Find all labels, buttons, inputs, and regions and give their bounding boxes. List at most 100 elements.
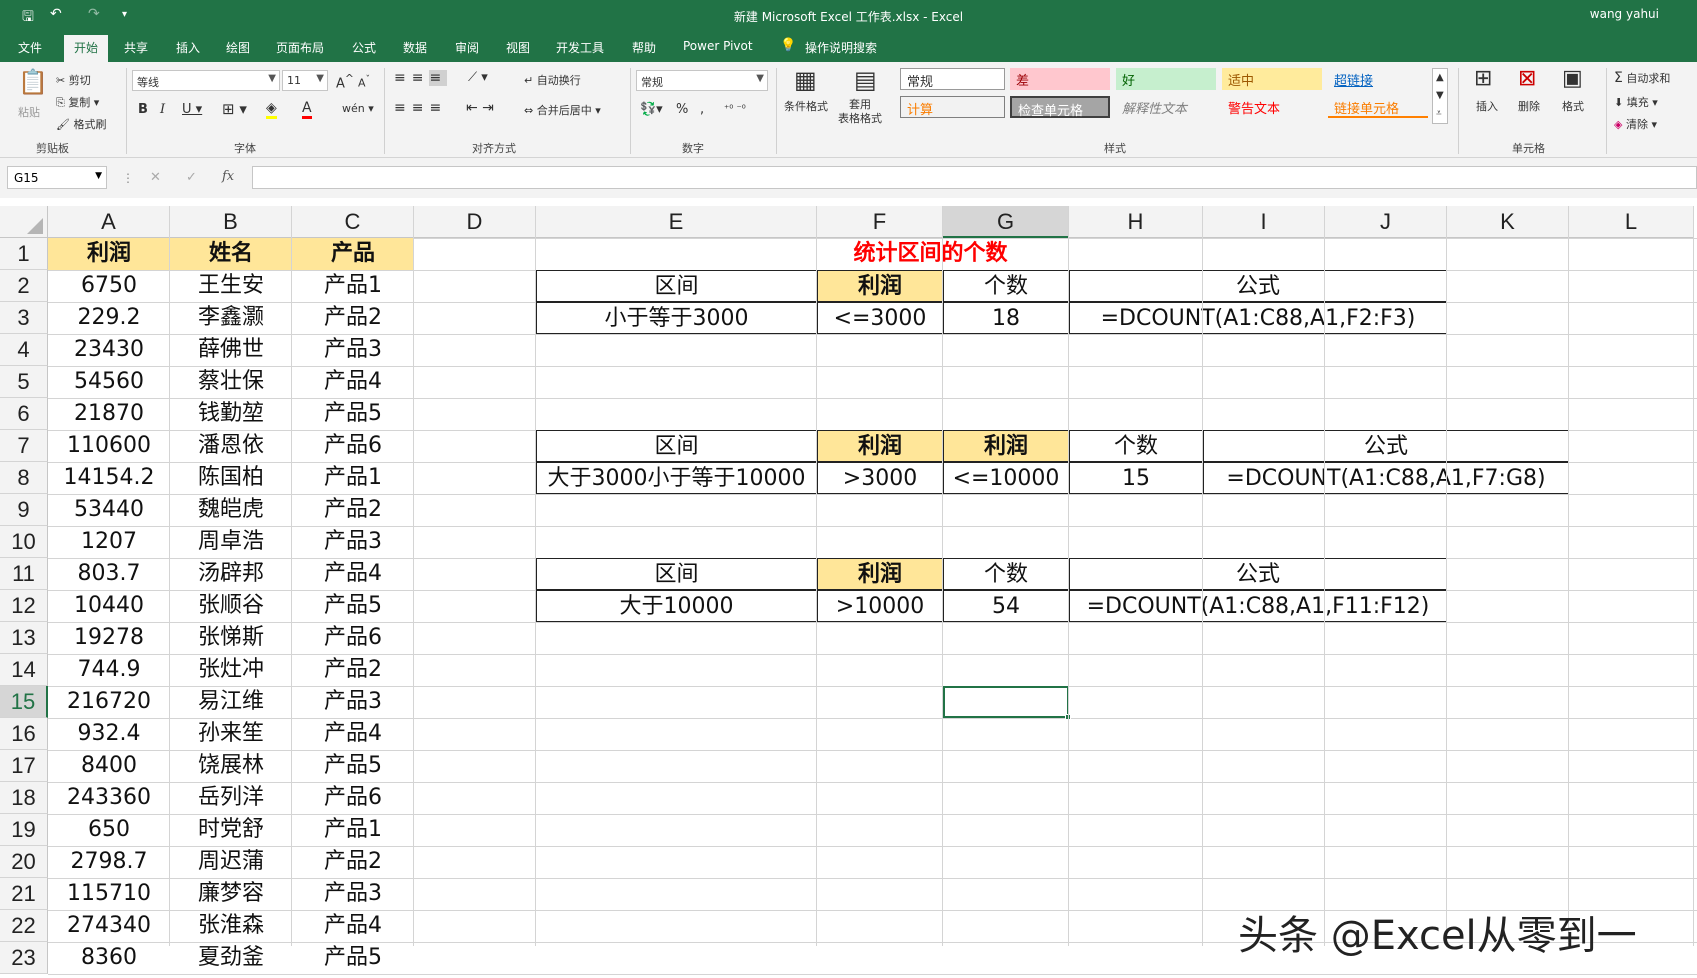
header-cell[interactable]: 产品 xyxy=(292,238,414,270)
row-header-21[interactable]: 21 xyxy=(0,878,48,910)
row-header-15[interactable]: 15 xyxy=(0,686,48,718)
table3-header-formula[interactable]: 公式 xyxy=(1069,558,1447,590)
table1-formula[interactable]: =DCOUNT(A1:C88,A1,F2:F3) xyxy=(1069,302,1447,334)
column-header-b[interactable]: B xyxy=(170,206,292,238)
data-cell[interactable]: 23430 xyxy=(48,334,170,366)
data-cell[interactable]: 243360 xyxy=(48,782,170,814)
table3-condition[interactable]: >10000 xyxy=(817,590,943,622)
data-cell[interactable]: 1207 xyxy=(48,526,170,558)
column-header-g[interactable]: G xyxy=(943,206,1069,238)
data-cell[interactable]: 廉梦容 xyxy=(170,878,292,910)
table2-count[interactable]: 15 xyxy=(1069,462,1203,494)
row-header-7[interactable]: 7 xyxy=(0,430,48,462)
tab-data[interactable]: 数据 xyxy=(403,39,427,56)
row-header-18[interactable]: 18 xyxy=(0,782,48,814)
data-cell[interactable]: 6750 xyxy=(48,270,170,302)
row-header-13[interactable]: 13 xyxy=(0,622,48,654)
table-format-icon[interactable]: ▤ xyxy=(854,66,877,94)
table3-count[interactable]: 54 xyxy=(943,590,1069,622)
data-cell[interactable]: 岳列洋 xyxy=(170,782,292,814)
table2-header-profit[interactable]: 利润 xyxy=(943,430,1069,462)
data-cell[interactable]: 274340 xyxy=(48,910,170,942)
style-bad[interactable]: 差 xyxy=(1010,68,1110,90)
styles-scroll-icon[interactable]: ▲ ▼ ⩡ xyxy=(1432,68,1448,124)
column-header-e[interactable]: E xyxy=(536,206,817,238)
data-cell[interactable]: 产品1 xyxy=(292,462,414,494)
data-cell[interactable]: 803.7 xyxy=(48,558,170,590)
autosum-button[interactable]: Σ 自动求和 xyxy=(1614,70,1670,86)
fill-color-icon[interactable]: ◈ xyxy=(266,100,277,119)
data-cell[interactable]: 王生安 xyxy=(170,270,292,302)
row-header-6[interactable]: 6 xyxy=(0,398,48,430)
style-hyperlink[interactable]: 超链接 xyxy=(1328,68,1428,90)
data-cell[interactable]: 产品3 xyxy=(292,334,414,366)
style-explanatory[interactable]: 解释性文本 xyxy=(1116,96,1216,118)
table1-count[interactable]: 18 xyxy=(943,302,1069,334)
phonetic-icon[interactable]: wén ▾ xyxy=(342,102,374,115)
data-cell[interactable]: 53440 xyxy=(48,494,170,526)
grow-font-icon[interactable]: A^ xyxy=(336,72,354,91)
sheet-title[interactable]: 统计区间的个数 xyxy=(536,238,1325,270)
table1-header-count[interactable]: 个数 xyxy=(943,270,1069,302)
header-cell[interactable]: 利润 xyxy=(48,238,170,270)
row-header-22[interactable]: 22 xyxy=(0,910,48,942)
data-cell[interactable]: 张悌斯 xyxy=(170,622,292,654)
data-cell[interactable]: 229.2 xyxy=(48,302,170,334)
shrink-font-icon[interactable]: Aˇ xyxy=(358,74,370,90)
column-header-k[interactable]: K xyxy=(1447,206,1569,238)
style-check-cell[interactable]: 检查单元格 xyxy=(1010,96,1110,119)
row-header-9[interactable]: 9 xyxy=(0,494,48,526)
style-good[interactable]: 好 xyxy=(1116,68,1216,90)
font-size-select[interactable]: 11 ▼ xyxy=(282,70,328,91)
tab-developer[interactable]: 开发工具 xyxy=(556,39,604,56)
style-warning[interactable]: 警告文本 xyxy=(1222,96,1322,118)
row-header-23[interactable]: 23 xyxy=(0,942,48,974)
data-cell[interactable]: 产品4 xyxy=(292,558,414,590)
data-cell[interactable]: 汤辟邦 xyxy=(170,558,292,590)
selected-cell[interactable] xyxy=(943,686,1071,720)
column-header-c[interactable]: C xyxy=(292,206,414,238)
row-header-17[interactable]: 17 xyxy=(0,750,48,782)
data-cell[interactable]: 21870 xyxy=(48,398,170,430)
table2-condition-1[interactable]: >3000 xyxy=(817,462,943,494)
data-cell[interactable]: 110600 xyxy=(48,430,170,462)
column-header-l[interactable]: L xyxy=(1569,206,1694,238)
data-cell[interactable]: 产品3 xyxy=(292,878,414,910)
data-cell[interactable]: 产品3 xyxy=(292,686,414,718)
row-header-10[interactable]: 10 xyxy=(0,526,48,558)
font-name-select[interactable]: 等线 ▼ xyxy=(132,70,280,91)
data-cell[interactable]: 钱勤堃 xyxy=(170,398,292,430)
data-cell[interactable]: 饶展林 xyxy=(170,750,292,782)
row-header-2[interactable]: 2 xyxy=(0,270,48,302)
table2-header-range[interactable]: 区间 xyxy=(536,430,817,462)
insert-cells-icon[interactable]: ⊞ xyxy=(1474,66,1492,91)
data-cell[interactable]: 蔡壮保 xyxy=(170,366,292,398)
table1-range[interactable]: 小于等于3000 xyxy=(536,302,817,334)
style-calculation[interactable]: 计算 xyxy=(900,96,1005,118)
table1-header-profit[interactable]: 利润 xyxy=(817,270,943,302)
paste-icon[interactable]: 📋 xyxy=(18,68,48,96)
tab-insert[interactable]: 插入 xyxy=(176,39,200,56)
data-cell[interactable]: 易江维 xyxy=(170,686,292,718)
table1-condition[interactable]: <=3000 xyxy=(817,302,943,334)
table2-header-count[interactable]: 个数 xyxy=(1069,430,1203,462)
data-cell[interactable]: 115710 xyxy=(48,878,170,910)
copy-button[interactable]: ⎘ 复制 ▾ xyxy=(56,94,99,110)
tab-home[interactable]: 开始 xyxy=(64,35,109,62)
tab-power-pivot[interactable]: Power Pivot xyxy=(683,39,753,53)
data-cell[interactable]: 10440 xyxy=(48,590,170,622)
format-cells-icon[interactable]: ▣ xyxy=(1562,66,1583,91)
data-cell[interactable]: 932.4 xyxy=(48,718,170,750)
tab-view[interactable]: 视图 xyxy=(506,39,530,56)
data-cell[interactable]: 周卓浩 xyxy=(170,526,292,558)
formula-input[interactable] xyxy=(252,166,1697,189)
data-cell[interactable]: 产品5 xyxy=(292,750,414,782)
data-cell[interactable]: 744.9 xyxy=(48,654,170,686)
data-cell[interactable]: 19278 xyxy=(48,622,170,654)
table1-header-formula[interactable]: 公式 xyxy=(1069,270,1447,302)
row-header-4[interactable]: 4 xyxy=(0,334,48,366)
vertical-align-icons[interactable]: ≡≡≡ xyxy=(394,70,448,86)
column-header-d[interactable]: D xyxy=(414,206,536,238)
data-cell[interactable]: 产品6 xyxy=(292,782,414,814)
data-cell[interactable]: 产品2 xyxy=(292,846,414,878)
